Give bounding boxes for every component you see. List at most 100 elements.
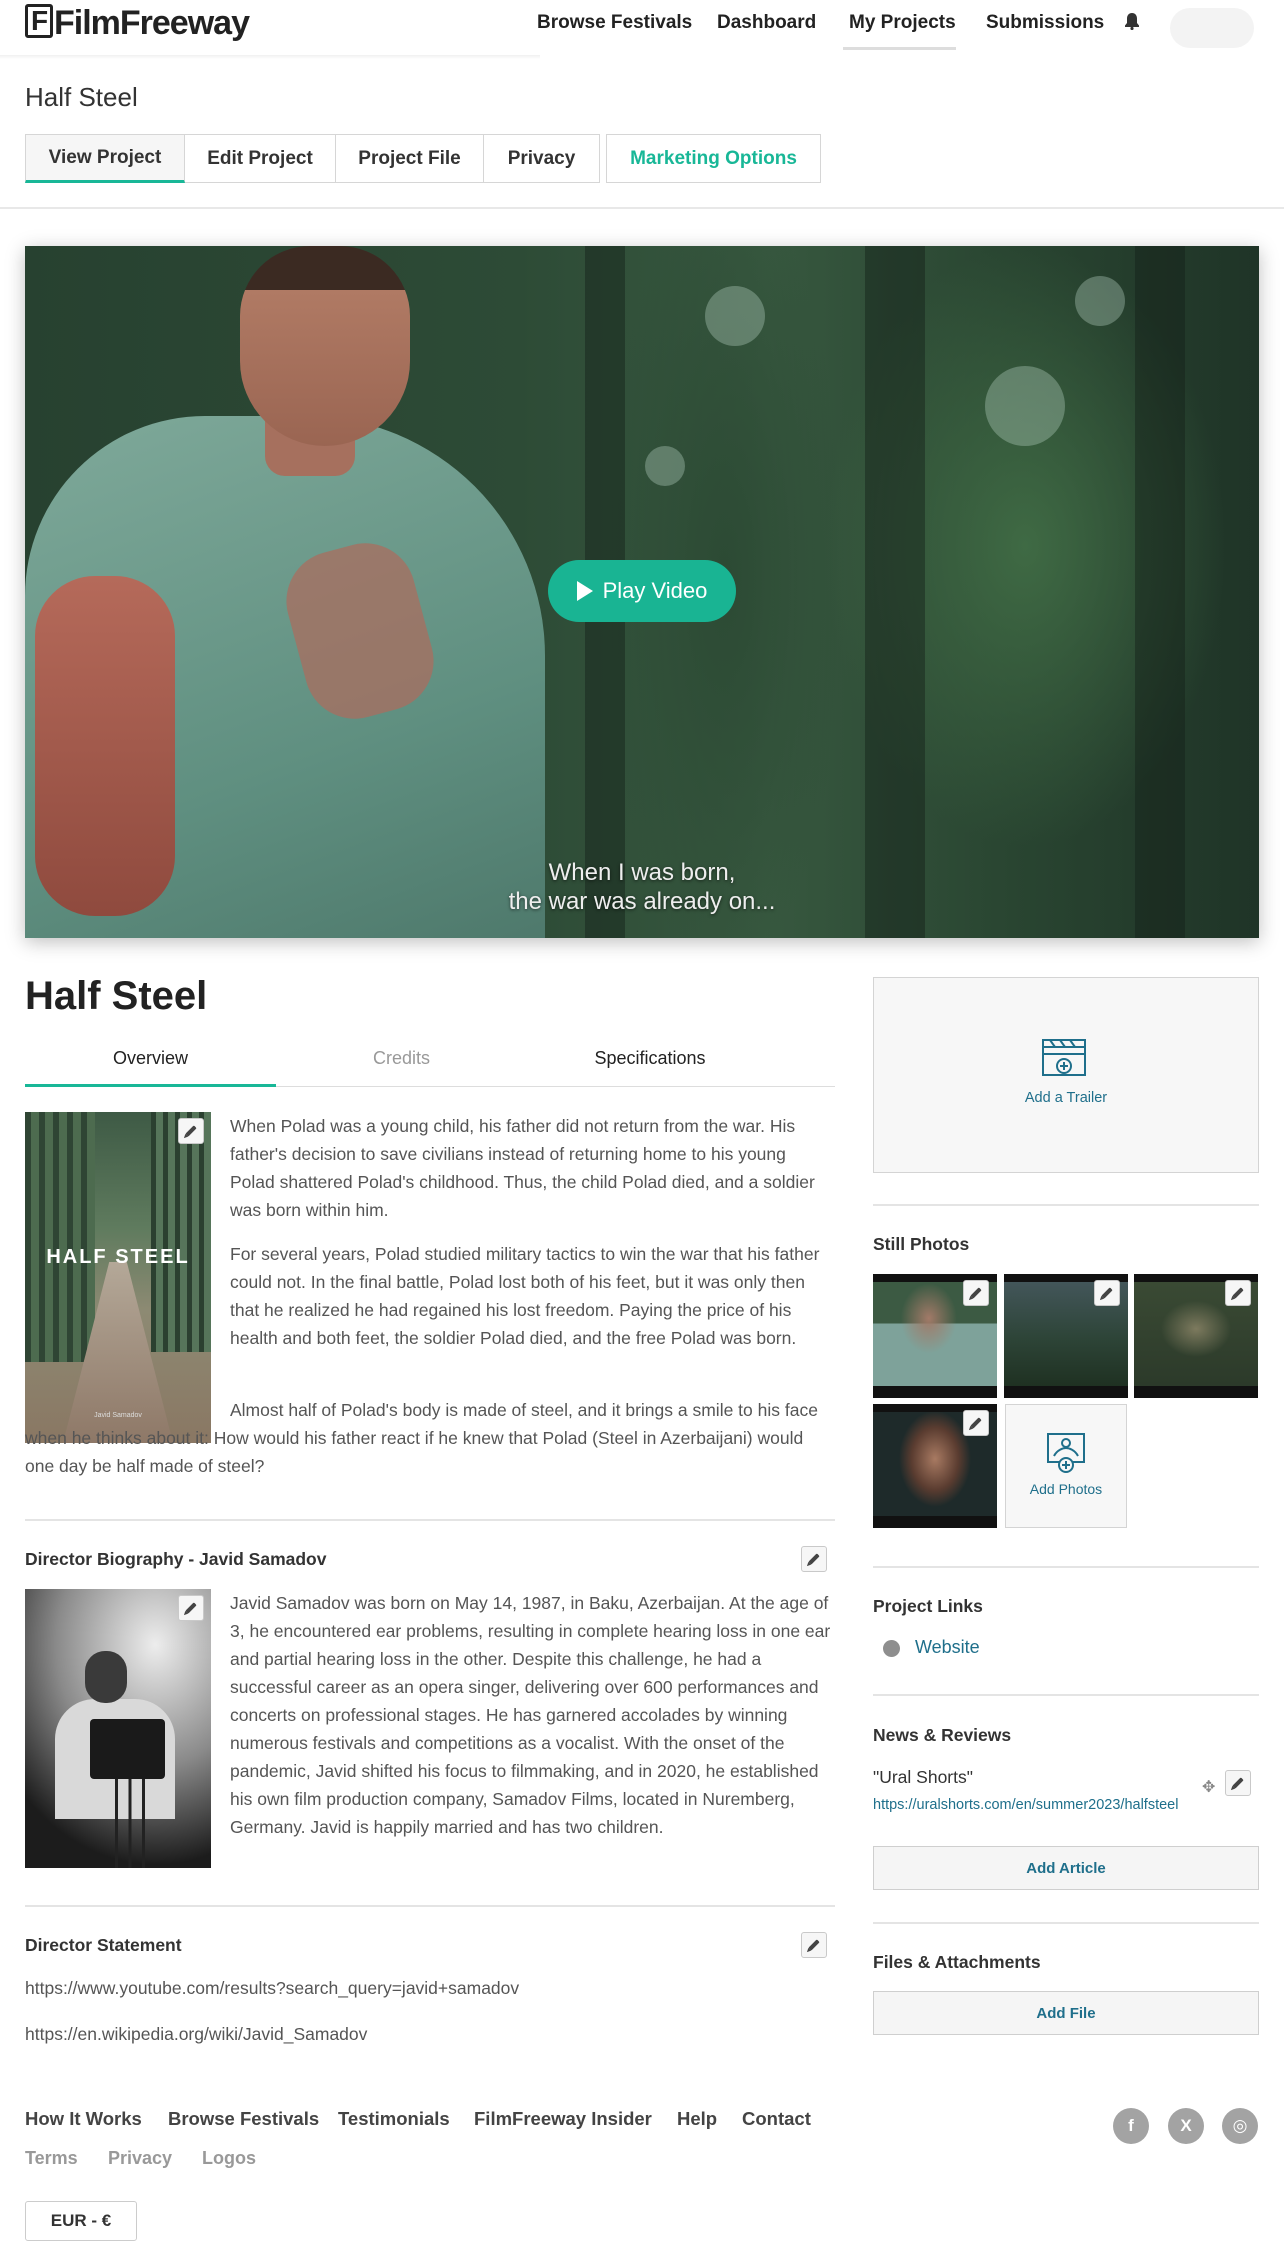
pencil-icon — [1101, 1287, 1113, 1299]
synopsis-paragraph-2: For several years, Polad studied militar… — [230, 1244, 820, 1348]
divider — [0, 207, 1284, 209]
add-photos-button[interactable]: Add Photos — [1005, 1404, 1127, 1528]
footer-how-it-works[interactable]: How It Works — [25, 2108, 142, 2130]
pencil-icon — [185, 1125, 197, 1137]
bokeh — [705, 286, 765, 346]
footer-testimonials[interactable]: Testimonials — [338, 2108, 450, 2130]
divider — [873, 1566, 1259, 1568]
footer-terms[interactable]: Terms — [25, 2148, 78, 2169]
tab-privacy[interactable]: Privacy — [484, 134, 600, 183]
play-icon — [576, 581, 593, 601]
video-player[interactable]: Play Video When I was born, the war was … — [25, 246, 1259, 938]
director-statement-heading: Director Statement — [25, 1935, 182, 1955]
footer-privacy[interactable]: Privacy — [108, 2148, 172, 2169]
bell-icon[interactable] — [1124, 12, 1140, 30]
clapperboard-icon — [1042, 1039, 1086, 1076]
nav-dashboard[interactable]: Dashboard — [717, 12, 816, 34]
bokeh — [1075, 276, 1125, 326]
film-camera — [90, 1719, 165, 1779]
pencil-icon — [1232, 1287, 1244, 1299]
website-link[interactable]: Website — [915, 1637, 980, 1658]
project-tabs: View Project Edit Project Project File P… — [25, 134, 821, 183]
runner-head — [240, 246, 410, 446]
director-photo — [25, 1589, 211, 1868]
edit-still-button[interactable] — [963, 1280, 989, 1306]
poster-trees — [151, 1112, 211, 1352]
nav-browse-festivals[interactable]: Browse Festivals — [537, 12, 692, 34]
edit-poster-button[interactable] — [178, 1118, 204, 1144]
bokeh — [985, 366, 1065, 446]
active-tab-indicator — [25, 1084, 276, 1087]
footer-browse-festivals[interactable]: Browse Festivals — [168, 2108, 319, 2130]
tab-marketing-options[interactable]: Marketing Options — [606, 134, 821, 183]
play-video-button[interactable]: Play Video — [548, 560, 736, 622]
divider — [25, 1905, 835, 1907]
footer-contact[interactable]: Contact — [742, 2108, 811, 2130]
poster-trees — [25, 1112, 95, 1362]
synopsis-paragraph-1: When Polad was a young child, his father… — [230, 1116, 815, 1220]
video-subtitle-line-2: the war was already on... — [508, 888, 776, 915]
globe-icon — [883, 1640, 900, 1657]
nav-my-projects[interactable]: My Projects — [849, 12, 956, 34]
project-links-heading: Project Links — [873, 1596, 983, 1616]
logo-text: FilmFreeway — [54, 4, 250, 42]
video-subtitle-line-1: When I was born, — [548, 859, 736, 886]
filmfreeway-logo[interactable]: F FilmFreeway — [25, 4, 250, 43]
tab-edit-project[interactable]: Edit Project — [185, 134, 336, 183]
play-video-label: Play Video — [602, 578, 708, 603]
user-avatar[interactable] — [1170, 8, 1254, 48]
move-icon[interactable]: ✥ — [1202, 1777, 1215, 1797]
tab-project-file[interactable]: Project File — [336, 134, 484, 183]
edit-director-photo-button[interactable] — [178, 1595, 204, 1621]
news-url[interactable]: https://uralshorts.com/en/summer2023/hal… — [873, 1797, 1178, 1813]
statement-link[interactable]: https://www.youtube.com/results?search_q… — [25, 1978, 519, 1999]
edit-still-button[interactable] — [1225, 1280, 1251, 1306]
divider — [873, 1694, 1259, 1696]
news-reviews-heading: News & Reviews — [873, 1725, 1012, 1745]
tab-specifications[interactable]: Specifications — [550, 1048, 750, 1069]
pencil-icon — [808, 1939, 820, 1951]
active-nav-indicator — [843, 47, 956, 50]
footer-filmfreeway-insider[interactable]: FilmFreeway Insider — [474, 2108, 652, 2130]
edit-news-button[interactable] — [1225, 1770, 1251, 1796]
edit-still-button[interactable] — [1094, 1280, 1120, 1306]
files-attachments-heading: Files & Attachments — [873, 1952, 1041, 1972]
synopsis-paragraph-3: Almost half of Polad's body is made of s… — [25, 1400, 818, 1476]
divider — [25, 1519, 835, 1521]
tab-overview[interactable]: Overview — [25, 1048, 276, 1069]
add-file-button[interactable]: Add File — [873, 1991, 1259, 2035]
footer-logos[interactable]: Logos — [202, 2148, 256, 2169]
director-bio-text: Javid Samadov was born on May 14, 1987, … — [230, 1593, 831, 1837]
nav-submissions[interactable]: Submissions — [986, 12, 1104, 34]
x-twitter-icon[interactable]: X — [1168, 2108, 1204, 2144]
divider — [873, 1922, 1259, 1924]
add-trailer-box[interactable]: Add a Trailer — [873, 977, 1259, 1173]
page-title: Half Steel — [25, 82, 138, 112]
tab-credits[interactable]: Credits — [276, 1048, 527, 1069]
footer-help[interactable]: Help — [677, 2108, 717, 2130]
detail-tabs: Overview Credits Specifications — [25, 1040, 835, 1087]
instagram-icon[interactable]: ◎ — [1222, 2108, 1258, 2144]
poster-title: HALF STEEL — [46, 1246, 190, 1268]
tree-trunk — [865, 246, 925, 938]
director-head — [85, 1651, 127, 1703]
edit-director-bio-button[interactable] — [801, 1546, 827, 1572]
edit-still-button[interactable] — [963, 1410, 989, 1436]
bokeh — [645, 446, 685, 486]
pencil-icon — [808, 1553, 820, 1565]
director-bio-heading: Director Biography - Javid Samadov — [25, 1549, 327, 1569]
top-bar: F FilmFreeway Browse Festivals Dashboard … — [0, 0, 1284, 52]
pencil-icon — [185, 1602, 197, 1614]
add-article-button[interactable]: Add Article — [873, 1846, 1259, 1890]
tab-view-project[interactable]: View Project — [25, 134, 185, 183]
film-poster: HALF STEEL Javid Samadov — [25, 1112, 211, 1443]
tree-trunk — [1135, 246, 1185, 938]
edit-director-statement-button[interactable] — [801, 1932, 827, 1958]
statement-link[interactable]: https://en.wikipedia.org/wiki/Javid_Sama… — [25, 2024, 367, 2045]
add-photos-label: Add Photos — [1029, 1481, 1103, 1497]
facebook-icon[interactable]: f — [1113, 2108, 1149, 2144]
news-title: "Ural Shorts" — [873, 1767, 973, 1787]
pencil-icon — [1232, 1777, 1244, 1789]
add-trailer-label: Add a Trailer — [1024, 1090, 1108, 1106]
currency-selector[interactable]: EUR - € — [25, 2201, 137, 2241]
